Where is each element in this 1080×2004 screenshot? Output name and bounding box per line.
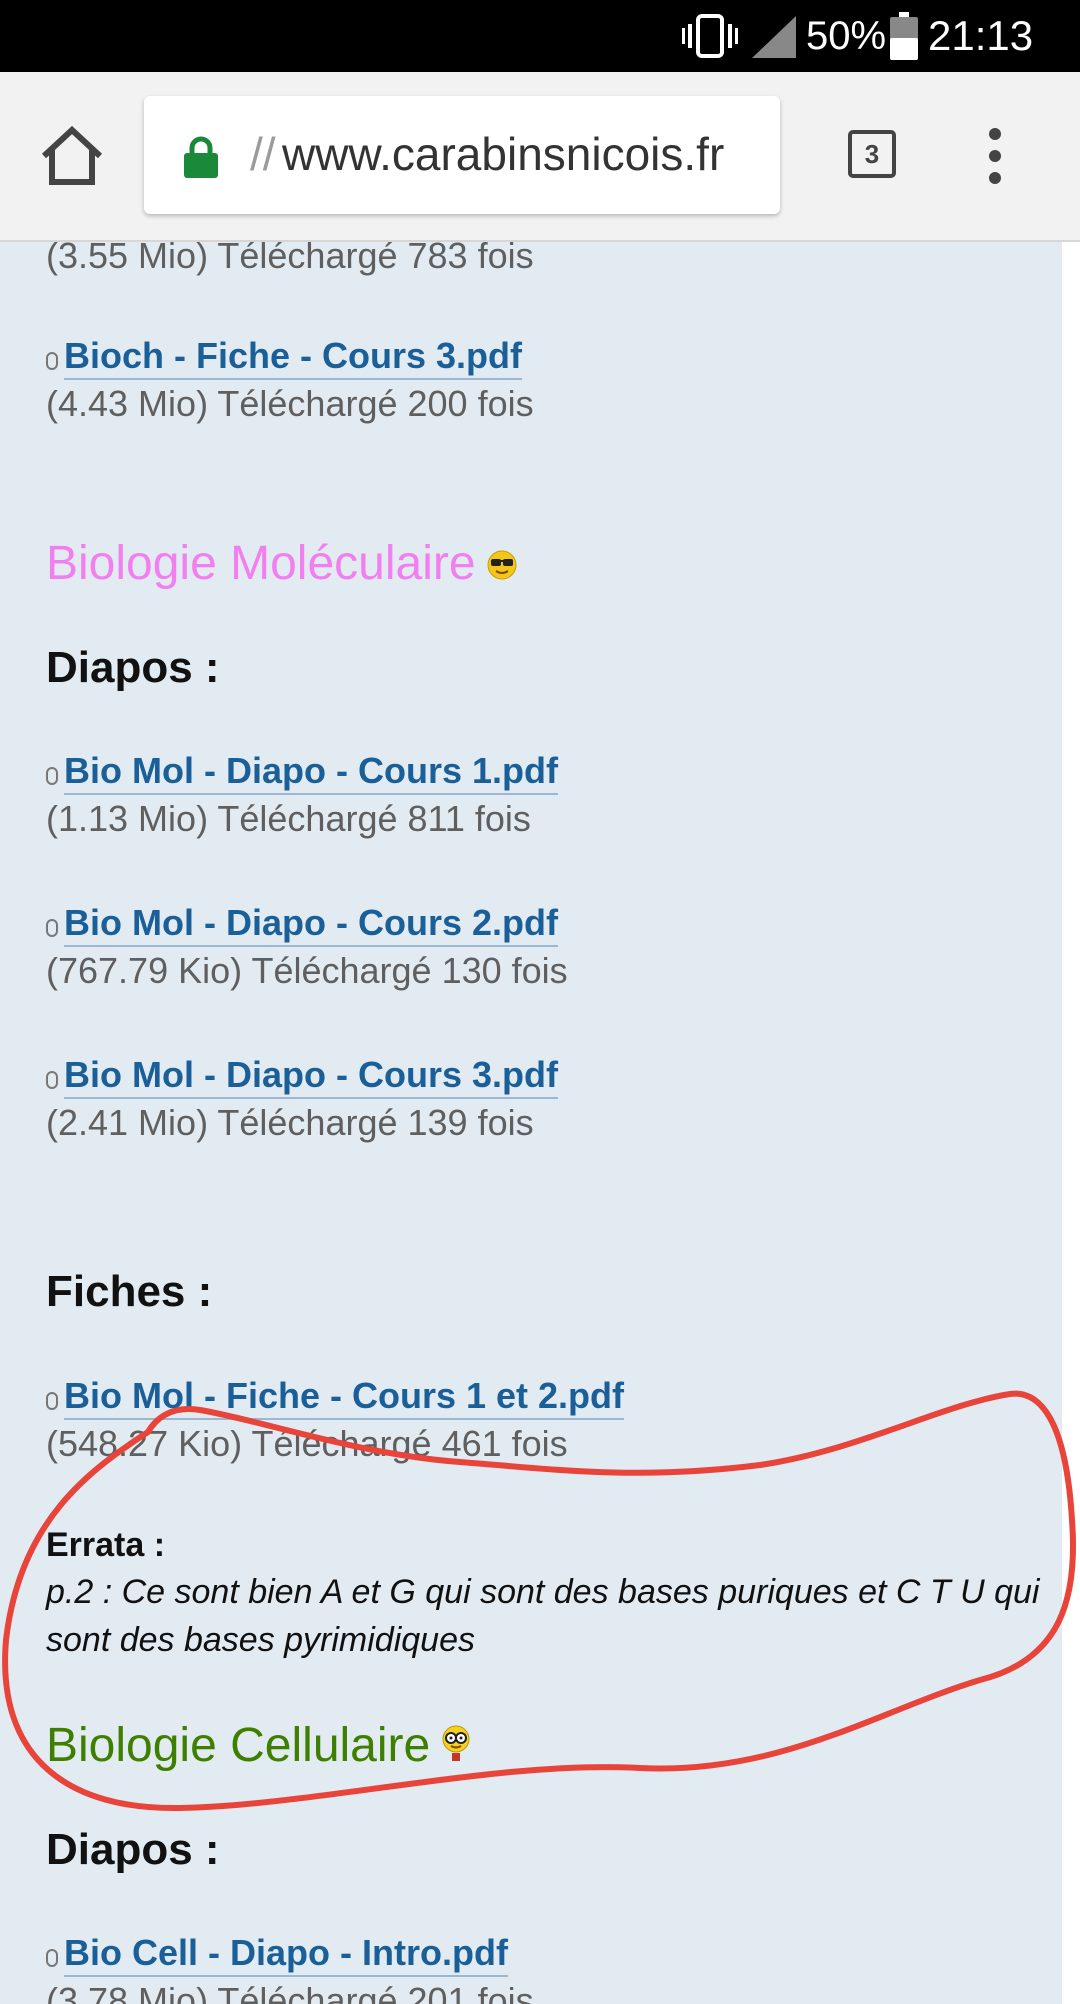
file-info: (1.13 Mio) Téléchargé 811 fois [46,798,531,839]
sunglasses-emoji [486,538,518,594]
attachment-icon [46,919,58,937]
signal-icon [752,16,796,58]
file-info: (3.78 Mio) Téléchargé 201 fois [46,1980,534,2004]
file-link[interactable]: Bio Mol - Diapo - Cours 1.pdf [46,749,558,795]
section-title-text: Biologie Moléculaire [46,537,476,590]
nerd-emoji [440,1720,472,1776]
attachment-icon [46,1392,58,1410]
sub-heading-fiches: Fiches : [46,1267,213,1316]
file-link[interactable]: Bio Mol - Diapo - Cours 2.pdf [46,901,558,947]
sub-heading-diapos: Diapos : [46,1825,220,1874]
errata-title: Errata : [46,1526,166,1564]
attachment-icon [46,352,58,370]
attachment-icon [46,767,58,785]
url-scheme: // [250,128,276,180]
url-bar[interactable]: // www.carabinsnicois.fr [144,96,780,214]
sub-heading-diapos: Diapos : [46,643,220,692]
file-name[interactable]: Bioch - Fiche - Cours 3.pdf [64,335,523,380]
file-name[interactable]: Bio Mol - Diapo - Cours 2.pdf [64,902,558,947]
section-title-biomol: Biologie Moléculaire [46,536,518,594]
status-bar: 50% 21:13 [0,0,1080,72]
file-info: (548.27 Kio) Téléchargé 461 fois [46,1423,568,1464]
battery-percent: 50% [806,14,887,58]
tabs-icon[interactable]: 3 [848,130,896,178]
file-name[interactable]: Bio Mol - Diapo - Cours 3.pdf [64,1054,558,1099]
file-info: (767.79 Kio) Téléchargé 130 fois [46,950,568,991]
file-info: (2.41 Mio) Téléchargé 139 fois [46,1102,534,1143]
more-vert-icon[interactable] [982,128,1008,184]
file-info: (3.55 Mio) Téléchargé 783 fois [46,242,534,276]
file-link[interactable]: Bio Cell - Diapo - Intro.pdf [46,1931,508,1977]
url-host: www.carabinsnicois.fr [282,128,725,180]
file-info: (4.43 Mio) Téléchargé 200 fois [46,383,534,424]
file-link[interactable]: Bio Mol - Diapo - Cours 3.pdf [46,1053,558,1099]
errata-text: p.2 : Ce sont bien A et G qui sont des b… [46,1573,1040,1659]
clock: 21:13 [928,12,1034,59]
page-content: (3.55 Mio) Téléchargé 783 fois Bioch - F… [0,242,1062,2004]
section-title-text: Biologie Cellulaire [46,1719,431,1772]
file-link[interactable]: Bioch - Fiche - Cours 3.pdf [46,334,523,380]
section-title-biocell: Biologie Cellulaire [46,1718,472,1776]
browser-toolbar: // www.carabinsnicois.fr 3 [0,72,1080,242]
vibrate-icon [682,14,738,58]
file-link[interactable]: Bio Mol - Fiche - Cours 1 et 2.pdf [46,1374,625,1420]
home-icon[interactable] [38,124,106,188]
lock-icon [184,136,218,178]
file-name[interactable]: Bio Cell - Diapo - Intro.pdf [64,1932,508,1977]
attachment-icon [46,1071,58,1089]
file-name[interactable]: Bio Mol - Fiche - Cours 1 et 2.pdf [64,1375,625,1420]
scroll-gutter [1062,242,1080,2004]
file-name[interactable]: Bio Mol - Diapo - Cours 1.pdf [64,750,558,795]
battery-icon [890,12,918,60]
attachment-icon [46,1949,58,1967]
